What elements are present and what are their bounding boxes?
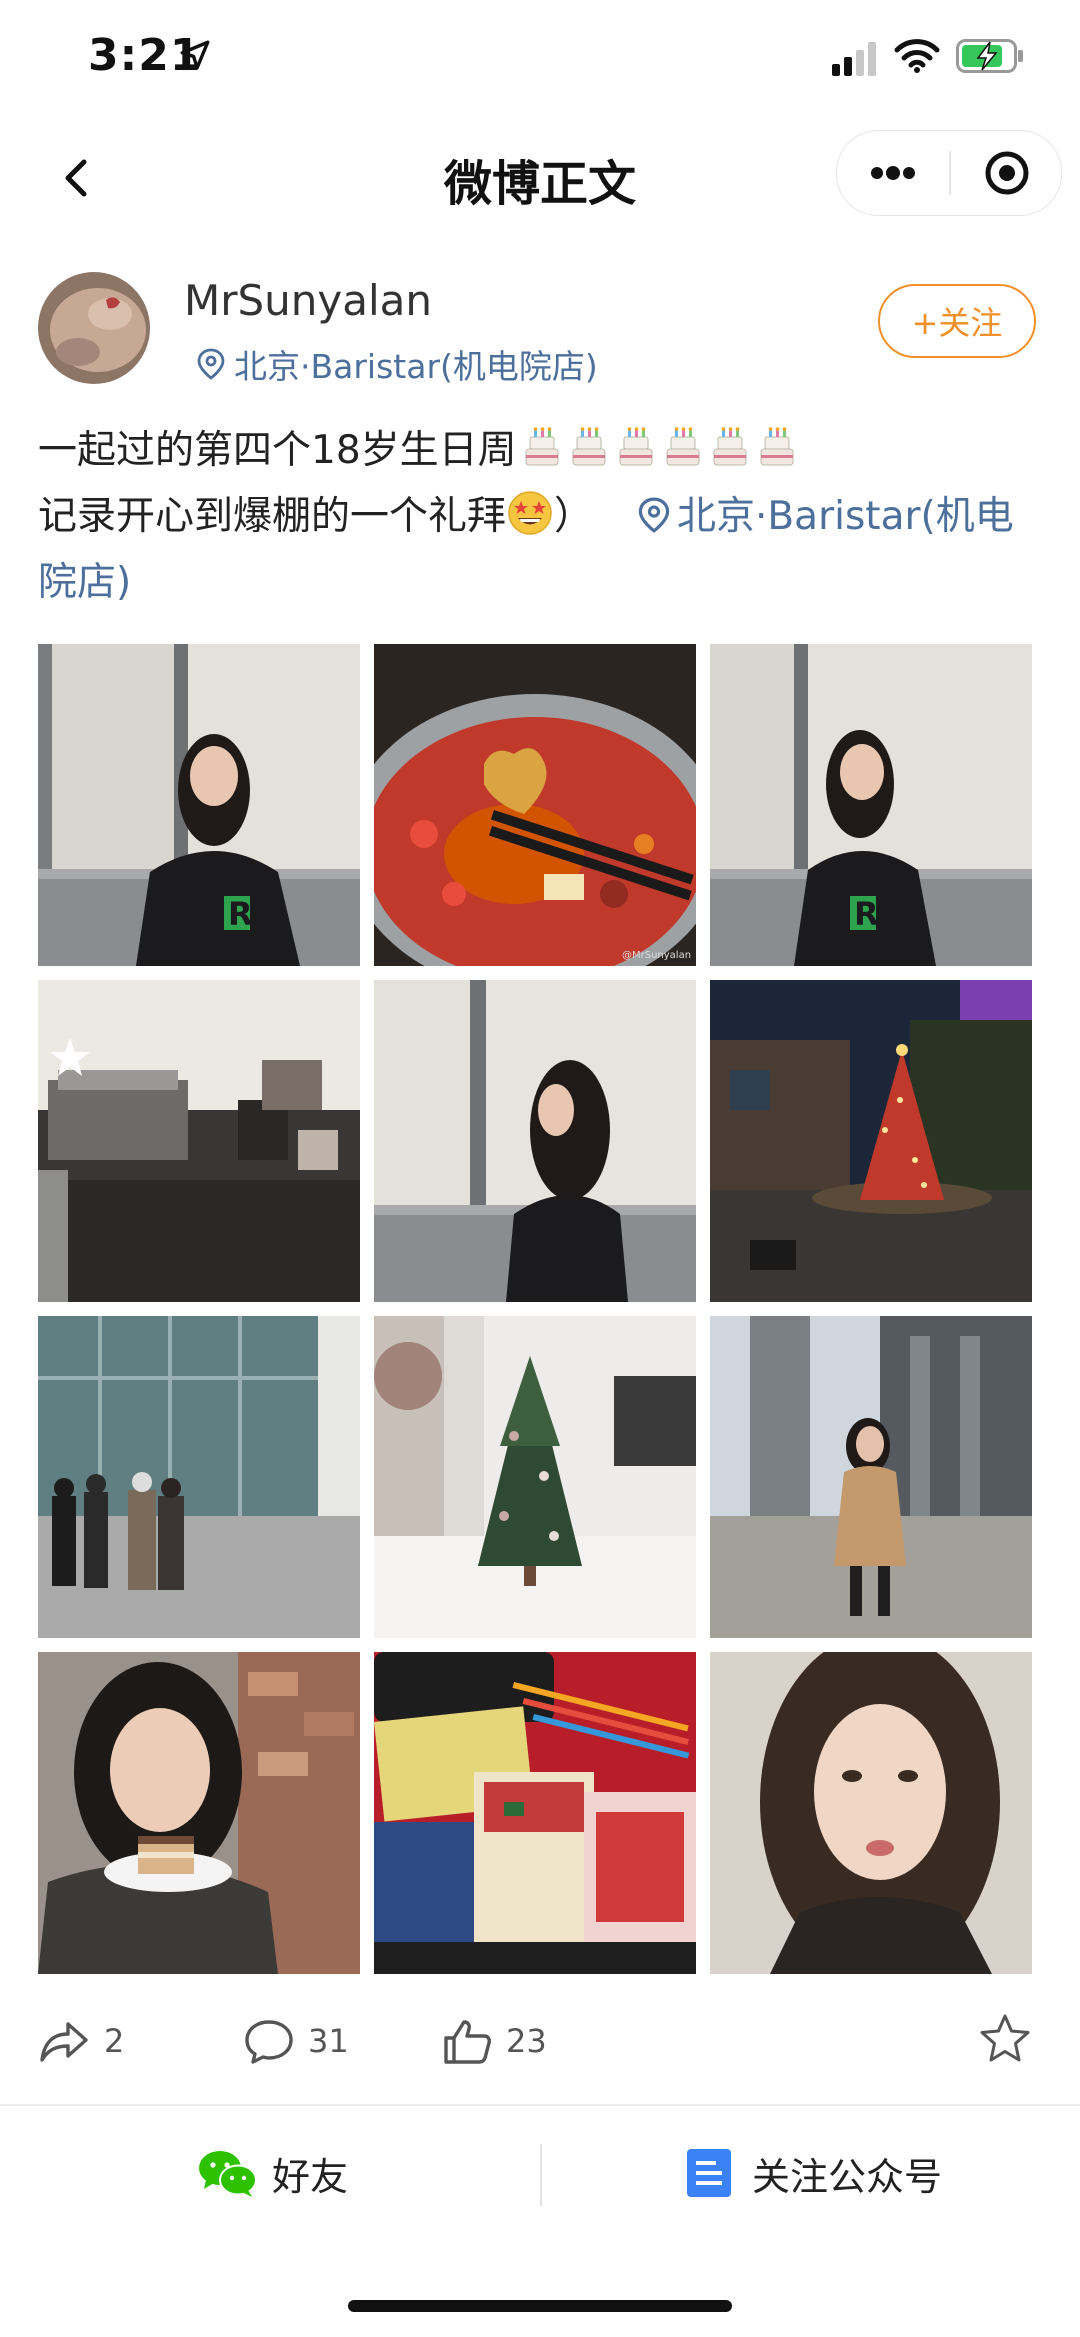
- comment-button[interactable]: 31: [242, 1996, 349, 2086]
- image-grid: R @MrSunyalan R: [38, 644, 1038, 1974]
- location-arrow-icon: [180, 40, 210, 70]
- like-button[interactable]: 23: [440, 1996, 547, 2086]
- location-pin-icon: [638, 497, 670, 533]
- repost-button[interactable]: 2: [38, 1996, 124, 2086]
- photo-girl-beige-coat-street[interactable]: [710, 1316, 1032, 1638]
- svg-text:R: R: [228, 895, 253, 933]
- section-divider: [0, 2104, 1080, 2106]
- post-text-line2: 记录开心到爆棚的一个礼拜: [38, 494, 507, 539]
- post-body: 一起过的第四个18岁生日周 记录开心到爆棚的一个礼拜）北京·Baristar(机…: [38, 418, 1048, 616]
- nav-bar: 微博正文: [0, 120, 1080, 230]
- follow-official-account-label: 关注公众号: [752, 2154, 943, 2199]
- thumbs-up-icon: [444, 2020, 491, 2064]
- star-struck-emoji-icon: [508, 491, 552, 535]
- post-text-line-2: 记录开心到爆棚的一个礼拜）北京·Baristar(机电院店): [38, 484, 1048, 616]
- birthday-cake-emoji-icon: [525, 427, 559, 466]
- birthday-cake-emoji-icon: [713, 427, 747, 466]
- photo-girl-black-sweater-side[interactable]: R: [710, 644, 1032, 966]
- photo-watermark: @MrSunyalan: [622, 950, 691, 961]
- birthday-cake-emoji-icon: [666, 427, 700, 466]
- photo-girl-with-cake[interactable]: [38, 1652, 360, 1974]
- post-text-line1: 一起过的第四个18岁生日周: [38, 428, 517, 473]
- wifi-icon: [894, 39, 940, 73]
- author-name[interactable]: MrSunyalan: [184, 276, 432, 325]
- photo-coffee-machine-counter[interactable]: [38, 980, 360, 1302]
- more-icon[interactable]: [853, 145, 933, 201]
- photo-friends-glass-building[interactable]: [38, 1316, 360, 1638]
- birthday-cake-emoji-icon: [572, 427, 606, 466]
- author-location[interactable]: 北京·Baristar(机电院店): [196, 340, 598, 388]
- wechat-icon: [199, 2151, 257, 2197]
- share-to-friends-button[interactable]: 好友: [196, 2140, 348, 2206]
- share-bar: 好友 关注公众号: [0, 2108, 1080, 2238]
- close-mini-program-icon[interactable]: [967, 145, 1047, 201]
- photo-christmas-tree-store[interactable]: [374, 1316, 696, 1638]
- share-divider: [540, 2144, 542, 2206]
- photo-girl-portrait[interactable]: [710, 1652, 1032, 1974]
- document-icon: [687, 2149, 731, 2197]
- location-pin-icon: [197, 348, 225, 380]
- repost-count: 2: [104, 2022, 125, 2060]
- home-indicator[interactable]: [348, 2300, 732, 2312]
- comment-icon: [245, 2020, 293, 2064]
- photo-hotpot-chopsticks[interactable]: @MrSunyalan: [374, 644, 696, 966]
- follow-button[interactable]: +关注: [878, 284, 1036, 358]
- post-text-line-1: 一起过的第四个18岁生日周: [38, 418, 1048, 484]
- birthday-cake-emoji-icon: [619, 427, 653, 466]
- svg-text:R: R: [854, 895, 879, 933]
- post-actions: 2 31 23: [0, 1996, 1080, 2086]
- photo-christmas-tree-night[interactable]: [710, 980, 1032, 1302]
- post-text-line2-suffix: ）: [554, 494, 594, 539]
- cellular-signal-icon: [832, 42, 876, 76]
- mini-program-capsule: [836, 130, 1062, 216]
- avatar[interactable]: [38, 272, 150, 384]
- repost-icon: [40, 2022, 88, 2062]
- status-bar: 3:21: [0, 0, 1080, 120]
- capsule-divider: [949, 151, 951, 195]
- like-count: 23: [506, 2022, 547, 2060]
- photo-girl-profile-wall[interactable]: [374, 980, 696, 1302]
- photo-girl-black-sweater-wall[interactable]: R: [38, 644, 360, 966]
- follow-official-account-button[interactable]: 关注公众号: [684, 2140, 942, 2206]
- author-location-label: 北京·Baristar(机电院店): [234, 347, 598, 386]
- battery-charging-icon: [956, 39, 1023, 73]
- favorite-star-icon[interactable]: [978, 2012, 1032, 2066]
- photo-christmas-cards-table[interactable]: [374, 1652, 696, 1974]
- comment-count: 31: [308, 2022, 349, 2060]
- share-to-friends-label: 好友: [272, 2154, 349, 2199]
- birthday-cake-emoji-icon: [760, 427, 794, 466]
